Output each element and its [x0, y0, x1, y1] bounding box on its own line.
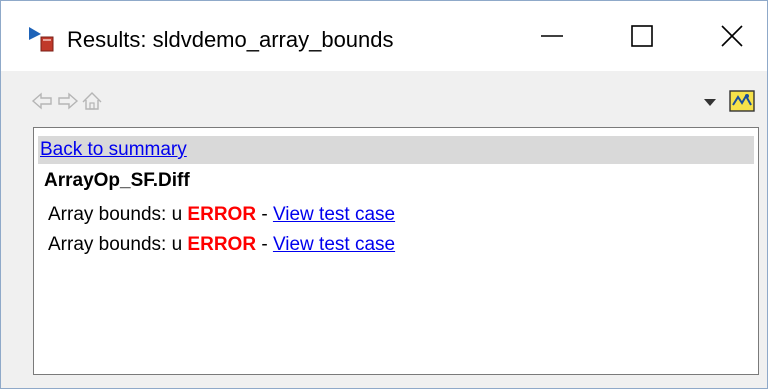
maximize-icon	[631, 25, 653, 47]
dropdown-arrow-icon[interactable]	[703, 97, 717, 107]
objective-label: Array bounds: u	[48, 204, 183, 225]
model-map-icon[interactable]	[729, 89, 755, 113]
status-error: ERROR	[187, 234, 257, 255]
home-icon[interactable]	[81, 91, 103, 111]
title-bar[interactable]: Results: sldvdemo_array_bounds	[1, 1, 767, 71]
view-test-case-link[interactable]: View test case	[273, 204, 395, 225]
minimize-button[interactable]	[517, 11, 587, 61]
close-button[interactable]	[697, 11, 767, 61]
result-row: Array bounds: u ERROR - View test case	[48, 234, 395, 258]
simulink-results-icon	[29, 27, 54, 52]
window-title: Results: sldvdemo_array_bounds	[67, 27, 394, 52]
objective-label: Array bounds: u	[48, 234, 183, 255]
result-row: Array bounds: u ERROR - View test case	[48, 204, 395, 228]
arrow-left-icon[interactable]	[31, 91, 53, 111]
results-panel: Back to summary ArrayOp_SF.Diff Array bo…	[33, 127, 759, 375]
separator: -	[261, 204, 268, 225]
arrow-right-icon[interactable]	[57, 91, 79, 111]
results-window: Results: sldvdemo_array_bounds Back to s…	[0, 0, 768, 389]
back-to-summary-link[interactable]: Back to summary	[40, 139, 187, 161]
status-error: ERROR	[187, 204, 257, 225]
minimize-icon	[541, 35, 563, 37]
maximize-button[interactable]	[607, 11, 677, 61]
toolbar	[1, 71, 767, 121]
close-icon	[721, 25, 743, 47]
separator: -	[261, 234, 268, 255]
summary-band: Back to summary	[38, 136, 754, 164]
view-test-case-link[interactable]: View test case	[273, 234, 395, 255]
section-title: ArrayOp_SF.Diff	[44, 170, 190, 191]
